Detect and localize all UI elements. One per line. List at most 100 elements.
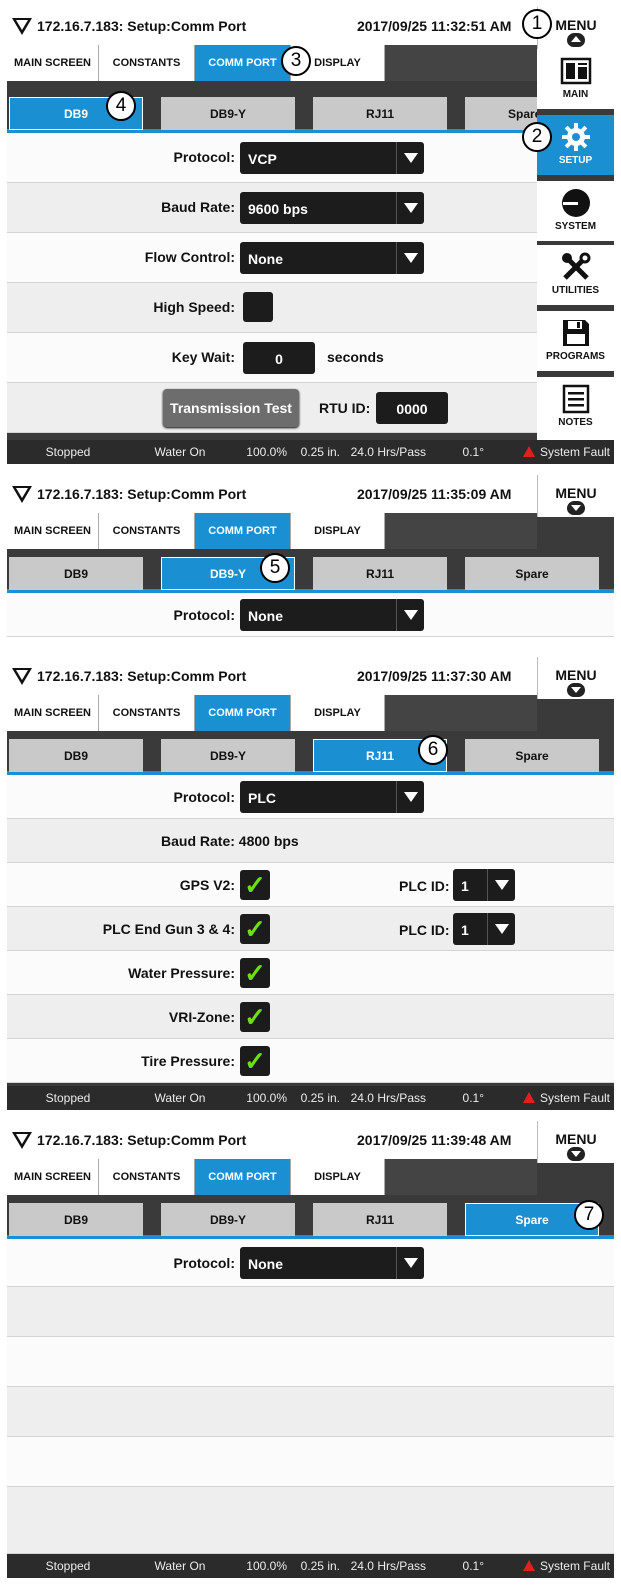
status-water: Water On: [154, 1091, 206, 1105]
protocol-value: VCP: [248, 151, 277, 167]
sidebar-item-notes[interactable]: NOTES: [537, 377, 614, 441]
sidebar-item-system[interactable]: SYSTEM: [537, 181, 614, 241]
tab-main-screen[interactable]: MAIN SCREEN: [7, 695, 99, 731]
sidebar-programs-label: PROGRAMS: [546, 351, 605, 362]
menu-button[interactable]: MENU: [537, 475, 614, 517]
dropdown-arrow-icon: [396, 599, 424, 631]
sidebar-main-label: MAIN: [562, 89, 589, 100]
tab-display[interactable]: DISPLAY: [291, 513, 385, 549]
main-nav: MAIN SCREEN CONSTANTS COMM PORT DISPLAY: [7, 513, 537, 549]
notes-icon: [562, 384, 589, 414]
plc-id-label: PLC ID:: [399, 878, 450, 894]
tab-comm-port[interactable]: COMM PORT: [195, 513, 291, 549]
status-fault: System Fault: [484, 445, 614, 459]
main-nav: MAIN SCREEN CONSTANTS COMM PORT DISPLAY: [7, 695, 537, 731]
subtab-db9-y[interactable]: DB9-Y: [161, 739, 295, 772]
title-bar: 172.16.7.183: Setup:Comm Port 2017/09/25…: [7, 7, 537, 45]
sidebar-system-label: SYSTEM: [554, 221, 597, 232]
baud-dropdown[interactable]: 9600 bps: [240, 192, 424, 224]
keywait-unit: seconds: [327, 349, 384, 365]
status-fault-text: System Fault: [539, 1091, 610, 1105]
protocol-row: Protocol: None: [7, 1239, 614, 1287]
warning-icon: [522, 1560, 535, 1571]
port-tabs: DB9 DB9-Y RJ11 Spare: [7, 1195, 614, 1239]
gps-checkbox[interactable]: ✓: [240, 870, 270, 900]
protocol-label: Protocol:: [173, 607, 235, 623]
tab-comm-port[interactable]: COMM PORT: [195, 1159, 291, 1195]
subtab-db9[interactable]: DB9: [9, 739, 143, 772]
transmission-row: Transmission Test RTU ID: 0000: [7, 383, 537, 433]
tab-main-screen[interactable]: MAIN SCREEN: [7, 1159, 99, 1195]
subtab-db9-y[interactable]: DB9-Y: [161, 97, 295, 130]
callout-marker: 1: [522, 9, 552, 39]
tab-comm-port[interactable]: COMM PORT: [195, 695, 291, 731]
screen-db9: 172.16.7.183: Setup:Comm Port 2017/09/25…: [7, 7, 614, 464]
subtab-db9[interactable]: DB9: [9, 557, 143, 590]
gps-label: GPS V2:: [179, 877, 235, 893]
subtab-db9-y[interactable]: DB9-Y: [161, 1203, 295, 1236]
menu-label: MENU: [555, 1131, 597, 1147]
rtu-field[interactable]: 0000: [376, 392, 448, 424]
water-pressure-checkbox[interactable]: ✓: [240, 958, 270, 988]
status-state: Stopped: [45, 445, 91, 459]
protocol-dropdown[interactable]: None: [240, 1247, 424, 1279]
sidebar-item-utilities[interactable]: UTILITIES: [537, 245, 614, 305]
warning-icon: [522, 446, 535, 457]
baud-value: 9600 bps: [248, 201, 308, 217]
tab-main-screen[interactable]: MAIN SCREEN: [7, 513, 99, 549]
protocol-dropdown[interactable]: None: [240, 599, 424, 631]
plc-id-dropdown[interactable]: 1: [453, 869, 515, 901]
tab-display[interactable]: DISPLAY: [291, 695, 385, 731]
tab-display[interactable]: DISPLAY: [291, 1159, 385, 1195]
dropdown-arrow-icon: [487, 869, 515, 901]
protocol-label: Protocol:: [173, 1255, 235, 1271]
menu-button[interactable]: MENU: [537, 657, 614, 699]
status-angle: 0.1°: [462, 1559, 484, 1573]
title-bar: 172.16.7.183: Setup:Comm Port 2017/09/25…: [7, 1121, 537, 1159]
tab-constants[interactable]: CONSTANTS: [99, 45, 195, 81]
endgun-checkbox[interactable]: ✓: [240, 914, 270, 944]
gps-row: GPS V2: ✓ PLC ID: 1: [7, 863, 614, 907]
menu-label: MENU: [555, 667, 597, 683]
plc-id2-label: PLC ID:: [399, 922, 450, 938]
dropdown-arrow-icon: [487, 913, 515, 945]
title-bar: 172.16.7.183: Setup:Comm Port 2017/09/25…: [7, 475, 537, 513]
chevron-up-icon: [567, 33, 585, 47]
tab-constants[interactable]: CONSTANTS: [99, 513, 195, 549]
status-state: Stopped: [45, 1559, 91, 1573]
protocol-dropdown[interactable]: PLC: [240, 781, 424, 813]
subtab-rj11[interactable]: RJ11: [313, 1203, 447, 1236]
plc-id2-dropdown[interactable]: 1: [453, 913, 515, 945]
vri-checkbox[interactable]: ✓: [240, 1002, 270, 1032]
keywait-field[interactable]: 0: [243, 342, 315, 374]
tire-checkbox[interactable]: ✓: [240, 1046, 270, 1076]
tab-comm-port[interactable]: COMM PORT: [195, 45, 291, 81]
sidebar-setup-label: SETUP: [558, 155, 593, 166]
dropdown-arrow-icon: [396, 192, 424, 224]
screen-spare: 172.16.7.183: Setup:Comm Port 2017/09/25…: [7, 1121, 614, 1578]
transmission-test-button[interactable]: Transmission Test: [163, 389, 299, 427]
status-percent: 100.0%: [246, 1559, 287, 1573]
status-angle: 0.1°: [462, 1091, 484, 1105]
dropdown-arrow-icon: [396, 142, 424, 174]
menu-label: MENU: [555, 17, 597, 33]
subtab-rj11[interactable]: RJ11: [313, 97, 447, 130]
subtab-db9[interactable]: DB9: [9, 1203, 143, 1236]
highspeed-checkbox[interactable]: [243, 292, 273, 322]
flow-dropdown[interactable]: None: [240, 242, 424, 274]
sidebar-item-main[interactable]: MAIN: [537, 49, 614, 109]
tab-constants[interactable]: CONSTANTS: [99, 1159, 195, 1195]
subtab-spare[interactable]: Spare: [465, 739, 599, 772]
tools-icon: [561, 252, 590, 280]
window-title: 172.16.7.183: Setup:Comm Port: [37, 1132, 247, 1148]
plc-id-value: 1: [461, 878, 469, 894]
subtab-spare[interactable]: Spare: [465, 557, 599, 590]
protocol-dropdown[interactable]: VCP: [240, 142, 424, 174]
protocol-row: Protocol: PLC: [7, 775, 614, 819]
flow-row: Flow Control: None: [7, 233, 537, 283]
sidebar-item-programs[interactable]: PROGRAMS: [537, 311, 614, 371]
subtab-rj11[interactable]: RJ11: [313, 557, 447, 590]
tab-constants[interactable]: CONSTANTS: [99, 695, 195, 731]
menu-button[interactable]: MENU: [537, 1121, 614, 1163]
tab-main-screen[interactable]: MAIN SCREEN: [7, 45, 99, 81]
